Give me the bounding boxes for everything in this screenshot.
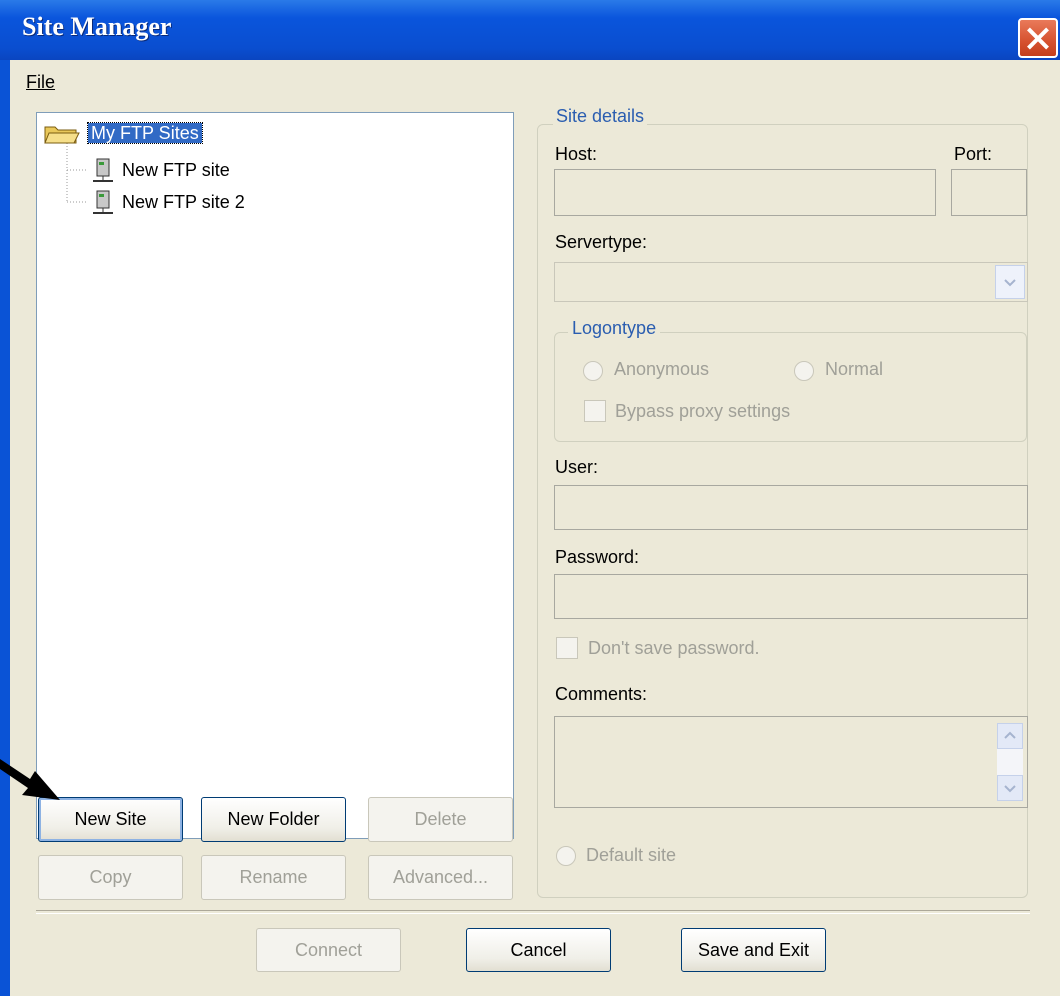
delete-button[interactable]: Delete [368, 797, 513, 842]
advanced-label: Advanced... [392, 867, 489, 887]
annotation-arrow-icon [0, 759, 60, 800]
window-title: Site Manager [22, 12, 172, 41]
port-input[interactable] [951, 169, 1027, 216]
tree-item-new-ftp-site[interactable]: New FTP site [91, 157, 230, 185]
default-site-label: Default site [586, 845, 677, 865]
logontype-label: Logontype [568, 318, 661, 339]
advanced-button[interactable]: Advanced... [368, 855, 513, 900]
dont-save-password-checkbox[interactable] [556, 637, 578, 659]
comments-textarea[interactable] [554, 716, 1028, 808]
host-label: Host: [555, 144, 598, 164]
new-folder-label: New Folder [227, 809, 320, 829]
scroll-up-icon[interactable] [997, 723, 1023, 749]
save-and-exit-button[interactable]: Save and Exit [681, 928, 826, 972]
normal-label: Normal [825, 359, 884, 379]
copy-button[interactable]: Copy [38, 855, 183, 900]
menu-bar: File [10, 60, 1060, 98]
port-label: Port: [954, 144, 993, 164]
anonymous-label: Anonymous [614, 359, 710, 379]
site-details-label: Site details [553, 106, 648, 127]
cancel-button[interactable]: Cancel [466, 928, 611, 972]
comments-label: Comments: [555, 684, 648, 704]
tree-item-label: New FTP site 2 [122, 191, 245, 212]
copy-label: Copy [89, 867, 132, 887]
password-label: Password: [555, 547, 640, 567]
delete-label: Delete [414, 809, 467, 829]
folder-open-icon [44, 126, 80, 144]
bypass-proxy-checkbox[interactable] [584, 400, 606, 422]
close-icon[interactable] [1018, 18, 1058, 58]
title-bar[interactable]: Site Manager [0, 0, 1060, 60]
logontype-group [554, 332, 1027, 442]
password-input[interactable] [554, 574, 1028, 619]
chevron-down-icon[interactable] [995, 265, 1025, 299]
default-site-radio[interactable] [556, 846, 576, 866]
tree-root[interactable]: My FTP Sites [43, 122, 203, 145]
menu-file-label: File [26, 72, 56, 92]
servertype-select[interactable] [554, 262, 1028, 302]
chevron-down-glyph [1004, 279, 1016, 287]
tree-root-label: My FTP Sites [87, 122, 203, 144]
bypass-proxy-label: Bypass proxy settings [615, 401, 791, 421]
host-input[interactable] [554, 169, 936, 216]
dialog-client: File My FTP Sites New FTP site New FTP s… [10, 60, 1060, 996]
comments-scrollbar[interactable] [997, 723, 1023, 801]
connect-button[interactable]: Connect [256, 928, 401, 972]
user-label: User: [555, 457, 599, 477]
save-exit-label: Save and Exit [697, 940, 810, 960]
tree-item-new-ftp-site-2[interactable]: New FTP site 2 [91, 189, 245, 217]
servertype-label: Servertype: [555, 232, 648, 252]
server-icon [93, 190, 113, 214]
chevron-down-glyph [1004, 785, 1016, 793]
normal-radio[interactable] [794, 361, 814, 381]
dont-save-password-label: Don't save password. [588, 638, 760, 658]
cancel-label: Cancel [510, 940, 567, 960]
rename-button[interactable]: Rename [201, 855, 346, 900]
anonymous-radio[interactable] [583, 361, 603, 381]
separator [36, 910, 1030, 914]
connect-label: Connect [294, 940, 363, 960]
new-site-label: New Site [74, 809, 147, 829]
menu-file[interactable]: File [26, 72, 55, 93]
rename-label: Rename [239, 867, 308, 887]
chevron-up-glyph [1004, 731, 1016, 739]
new-folder-button[interactable]: New Folder [201, 797, 346, 842]
site-manager-window: Site Manager File My FTP Sites New FTP s… [0, 0, 1060, 996]
user-input[interactable] [554, 485, 1028, 530]
server-icon [93, 158, 113, 182]
tree-item-label: New FTP site [122, 159, 230, 180]
site-tree[interactable]: My FTP Sites New FTP site New FTP site 2 [36, 112, 514, 839]
scroll-down-icon[interactable] [997, 775, 1023, 801]
